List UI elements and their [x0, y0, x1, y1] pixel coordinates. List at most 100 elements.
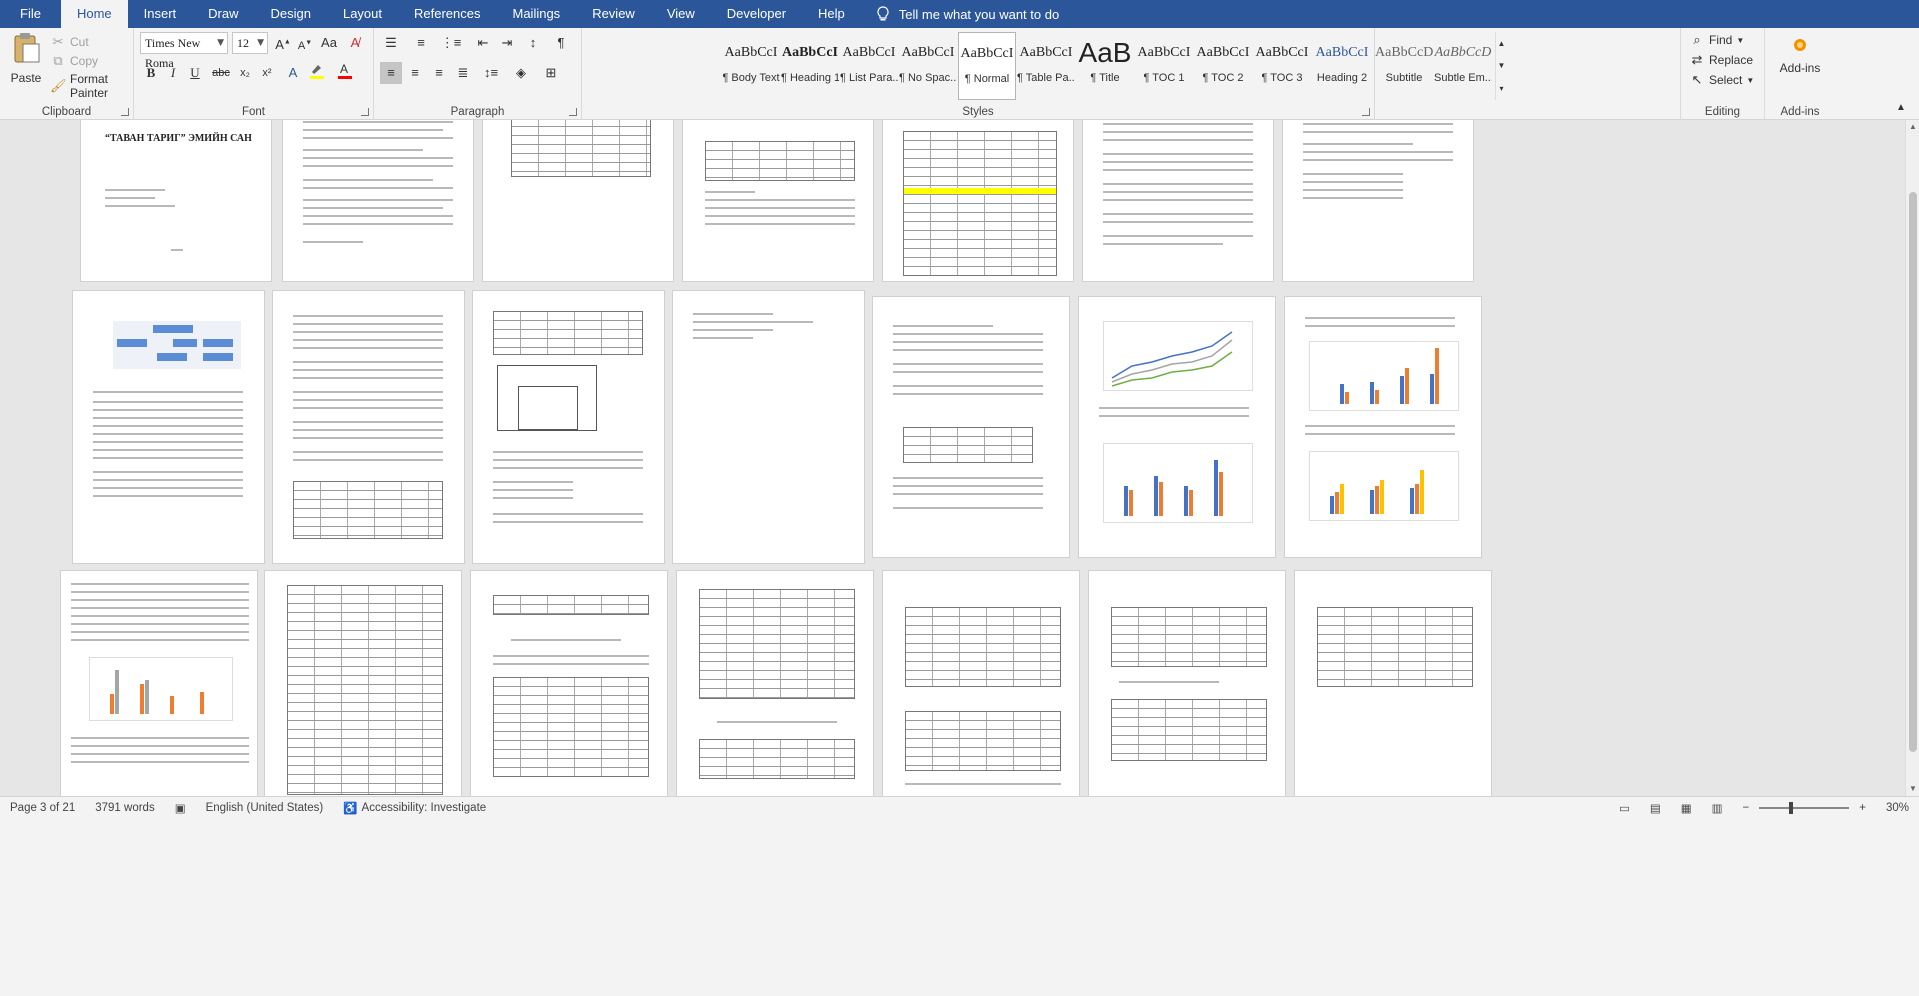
- page-thumbnail[interactable]: [1284, 296, 1482, 558]
- tab-insert[interactable]: Insert: [128, 0, 193, 28]
- superscript-button[interactable]: x²: [256, 62, 278, 84]
- page-thumbnail[interactable]: [72, 290, 265, 564]
- tab-file[interactable]: File: [0, 0, 61, 28]
- style-subtitle[interactable]: AaBbCcD Subtitle: [1375, 32, 1433, 100]
- select-button[interactable]: ↖ Select ▼: [1689, 72, 1755, 88]
- style-table-paragraph[interactable]: AaBbCcI ¶ Table Pa...: [1017, 32, 1075, 100]
- tell-me-box[interactable]: Tell me what you want to do: [875, 6, 1059, 22]
- tab-review[interactable]: Review: [576, 0, 651, 28]
- borders-button[interactable]: ⊞: [540, 62, 562, 84]
- page-thumbnail[interactable]: [60, 570, 258, 796]
- shrink-font-button[interactable]: A▼: [294, 32, 316, 54]
- sort-button[interactable]: ↕: [522, 32, 544, 54]
- styles-launcher-icon[interactable]: [1362, 108, 1370, 116]
- focus-mode-icon[interactable]: ▭: [1609, 801, 1640, 815]
- page-thumbnail[interactable]: [882, 570, 1080, 796]
- clear-formatting-button[interactable]: A̸: [344, 32, 366, 54]
- page-thumbnail[interactable]: [676, 570, 874, 796]
- font-size-select[interactable]: 12 ▼: [232, 32, 268, 54]
- increase-indent-button[interactable]: ⇥: [496, 32, 518, 54]
- style-toc-3[interactable]: AaBbCcI ¶ TOC 3: [1253, 32, 1311, 100]
- scroll-down-icon[interactable]: ▼: [1906, 782, 1919, 796]
- change-case-button[interactable]: Aa: [318, 32, 340, 54]
- cut-button[interactable]: ✂ Cut: [50, 34, 89, 50]
- read-mode-icon[interactable]: ▤: [1640, 801, 1671, 815]
- strikethrough-button[interactable]: abc: [210, 62, 232, 84]
- scroll-up-icon[interactable]: ▲: [1906, 120, 1919, 134]
- addins-button[interactable]: Add-ins: [1773, 34, 1827, 75]
- align-right-button[interactable]: ≡: [428, 62, 450, 84]
- page-thumbnail[interactable]: [1282, 120, 1474, 282]
- tab-draw[interactable]: Draw: [192, 0, 254, 28]
- zoom-level[interactable]: 30%: [1876, 802, 1919, 814]
- page-thumbnail[interactable]: [482, 120, 674, 282]
- replace-button[interactable]: ⇄ Replace: [1689, 52, 1753, 68]
- style-no-spacing[interactable]: AaBbCcI ¶ No Spac...: [899, 32, 957, 100]
- zoom-out-icon[interactable]: −: [1733, 802, 1760, 814]
- page-thumbnail[interactable]: [682, 120, 874, 282]
- language[interactable]: English (United States): [196, 802, 334, 814]
- paragraph-launcher-icon[interactable]: [569, 108, 577, 116]
- tab-layout[interactable]: Layout: [327, 0, 398, 28]
- styles-scroll-buttons[interactable]: ▲ ▼ ▾: [1495, 32, 1507, 100]
- copy-button[interactable]: ⧉ Copy: [50, 53, 98, 69]
- page-thumbnail[interactable]: [872, 296, 1070, 558]
- zoom-slider[interactable]: [1759, 801, 1850, 814]
- decrease-indent-button[interactable]: ⇤: [472, 32, 494, 54]
- align-center-button[interactable]: ≡: [404, 62, 426, 84]
- word-count[interactable]: 3791 words: [85, 802, 164, 814]
- vertical-scrollbar[interactable]: ▲ ▼: [1905, 120, 1919, 796]
- zoom-slider-thumb[interactable]: [1789, 801, 1794, 814]
- style-subtle-emphasis[interactable]: AaBbCcD Subtle Em...: [1434, 32, 1492, 100]
- page-thumbnail[interactable]: [472, 290, 665, 564]
- print-layout-icon[interactable]: ▦: [1671, 801, 1702, 815]
- zoom-in-icon[interactable]: +: [1849, 802, 1876, 814]
- style-heading-1[interactable]: AaBbCcI ¶ Heading 1: [781, 32, 839, 100]
- page-thumbnail[interactable]: [672, 290, 865, 564]
- numbering-button[interactable]: ≡: [410, 32, 432, 54]
- font-launcher-icon[interactable]: [361, 108, 369, 116]
- font-family-select[interactable]: Times New Roma ▼: [140, 32, 228, 70]
- highlight-button[interactable]: [306, 62, 328, 84]
- italic-button[interactable]: I: [162, 62, 184, 84]
- tab-developer[interactable]: Developer: [711, 0, 802, 28]
- clipboard-launcher-icon[interactable]: [121, 108, 129, 116]
- page-thumbnail[interactable]: [1294, 570, 1492, 796]
- underline-button[interactable]: U: [184, 62, 206, 84]
- style-toc-2[interactable]: AaBbCcI ¶ TOC 2: [1194, 32, 1252, 100]
- grow-font-button[interactable]: A▲: [272, 32, 294, 54]
- align-left-button[interactable]: ≡: [380, 62, 402, 84]
- document-area[interactable]: “ТАВАН ТАРИГ” ЭМИЙН САН: [0, 120, 1905, 796]
- web-layout-icon[interactable]: ▥: [1702, 801, 1733, 815]
- scrollbar-thumb[interactable]: [1909, 192, 1917, 752]
- page-thumbnail[interactable]: [1082, 120, 1274, 282]
- page-thumbnail[interactable]: [882, 120, 1074, 282]
- style-heading-2[interactable]: AaBbCcI Heading 2: [1312, 32, 1372, 100]
- shading-button[interactable]: ◈: [510, 62, 532, 84]
- page-thumbnail[interactable]: [1088, 570, 1286, 796]
- page-thumbnail[interactable]: “ТАВАН ТАРИГ” ЭМИЙН САН: [80, 120, 272, 282]
- format-painter-button[interactable]: 🖌 Format Painter: [50, 72, 133, 100]
- style-title[interactable]: AaB ¶ Title: [1076, 32, 1134, 100]
- tab-help[interactable]: Help: [802, 0, 861, 28]
- style-body-text[interactable]: AaBbCcI ¶ Body Text: [722, 32, 780, 100]
- page-thumbnail[interactable]: [1078, 296, 1276, 558]
- page-count[interactable]: Page 3 of 21: [0, 802, 85, 814]
- tab-home[interactable]: Home: [60, 0, 128, 28]
- proofing-icon[interactable]: ▣: [165, 801, 196, 815]
- find-button[interactable]: ⌕ Find ▼: [1689, 32, 1744, 48]
- page-thumbnail[interactable]: [264, 570, 462, 796]
- show-formatting-button[interactable]: ¶: [550, 32, 572, 54]
- font-color-button[interactable]: A: [334, 62, 356, 84]
- tab-references[interactable]: References: [398, 0, 496, 28]
- style-normal[interactable]: AaBbCcI ¶ Normal: [958, 32, 1016, 100]
- tab-design[interactable]: Design: [255, 0, 327, 28]
- collapse-ribbon-button[interactable]: ▲: [1896, 102, 1906, 113]
- bullets-button[interactable]: ☰: [380, 32, 402, 54]
- text-effects-button[interactable]: A: [282, 62, 304, 84]
- subscript-button[interactable]: x₂: [234, 62, 256, 84]
- paste-button[interactable]: Paste: [6, 32, 46, 92]
- page-thumbnail[interactable]: [470, 570, 668, 796]
- line-spacing-button[interactable]: ↕≡: [480, 62, 502, 84]
- multilevel-list-button[interactable]: ⋮≡: [440, 32, 462, 54]
